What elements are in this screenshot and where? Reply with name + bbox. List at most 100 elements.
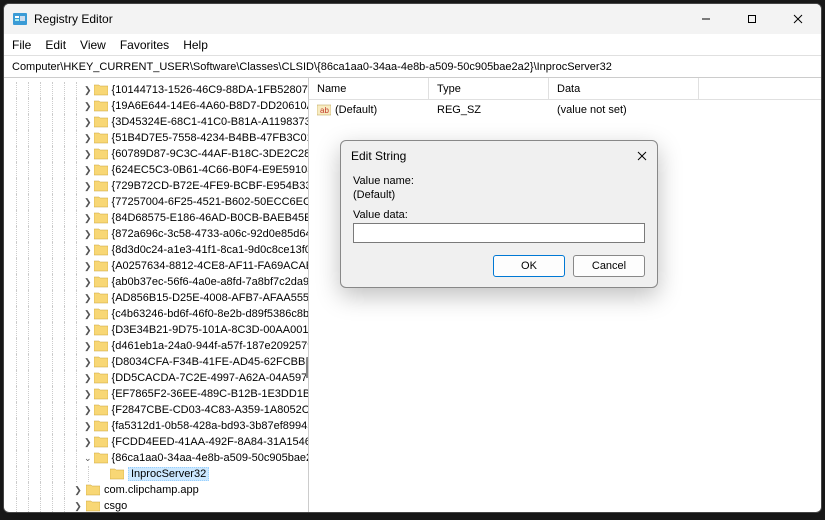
value-row[interactable]: ab (Default) REG_SZ (value not set) <box>309 100 821 118</box>
tree-item[interactable]: ❯{DD5CACDA-7C2E-4997-A62A-04A597B58F76} <box>4 370 308 386</box>
chevron-right-icon[interactable]: ❯ <box>84 276 92 288</box>
string-value-icon: ab <box>317 103 331 117</box>
chevron-right-icon[interactable]: ❯ <box>84 100 92 112</box>
address-text: Computer\HKEY_CURRENT_USER\Software\Clas… <box>12 61 612 73</box>
folder-icon <box>94 452 108 464</box>
menu-file[interactable]: File <box>12 38 31 52</box>
chevron-right-icon[interactable]: ❯ <box>84 372 92 384</box>
chevron-right-icon[interactable]: ❯ <box>84 324 92 336</box>
chevron-right-icon[interactable]: ❯ <box>84 196 92 208</box>
chevron-right-icon[interactable]: ❯ <box>72 500 84 512</box>
chevron-right-icon[interactable]: ❯ <box>84 436 92 448</box>
tree-item-label: csgo <box>104 500 127 512</box>
tree-item[interactable]: ❯ {77257004-6F25-4521-B602-50ECC6EC62A6} <box>4 194 308 210</box>
chevron-right-icon[interactable]: ❯ <box>84 308 92 320</box>
value-type: REG_SZ <box>429 104 549 116</box>
col-header-name[interactable]: Name <box>309 78 429 99</box>
folder-icon <box>94 196 108 208</box>
tree-item[interactable]: ❯ {c4b63246-bd6f-46f0-8e2b-d89f5386c8bb} <box>4 306 308 322</box>
dialog-titlebar[interactable]: Edit String <box>341 141 657 171</box>
col-header-type[interactable]: Type <box>429 78 549 99</box>
titlebar[interactable]: Registry Editor <box>4 4 821 34</box>
tree-item[interactable]: ❯ com.clipchamp.app <box>4 482 308 498</box>
tree-item-label: {77257004-6F25-4521-B602-50ECC6EC62A6} <box>112 196 309 208</box>
chevron-placeholder <box>96 468 108 480</box>
tree-item[interactable]: ❯{3D45324E-68C1-41C0-B81A-A119837320BD} <box>4 114 308 130</box>
tree-item-label: {8d3d0c24-a1e3-41f1-8ca1-9d0c8ce13f0a} <box>112 244 309 256</box>
chevron-right-icon[interactable]: ❯ <box>84 356 92 368</box>
chevron-right-icon[interactable]: ❯ <box>84 292 92 304</box>
cancel-button[interactable]: Cancel <box>573 255 645 277</box>
chevron-right-icon[interactable]: ❯ <box>84 148 92 160</box>
tree-item[interactable]: ❯{84D68575-E186-46AD-B0CB-BAEB45EE29C0} <box>4 210 308 226</box>
dialog-close-button[interactable] <box>633 147 651 165</box>
tree-item[interactable]: ❯ {EF7865F2-36EE-489C-B12B-1E3DD1B5D807} <box>4 386 308 402</box>
menu-view[interactable]: View <box>80 38 106 52</box>
chevron-right-icon[interactable]: ❯ <box>84 180 92 192</box>
value-data-input[interactable] <box>353 223 645 243</box>
tree-item[interactable]: ❯{729B72CD-B72E-4FE9-BCBF-E954B33FE699} <box>4 178 308 194</box>
folder-icon <box>94 116 108 128</box>
folder-icon <box>94 436 108 448</box>
tree-pane[interactable]: ❯{10144713-1526-46C9-88DA-1FB52807A9FF}❯… <box>4 78 309 512</box>
menu-help[interactable]: Help <box>183 38 208 52</box>
tree-item[interactable]: ❯{AD856B15-D25E-4008-AFB7-AFAA55586188} <box>4 290 308 306</box>
tree-item[interactable]: ❯ {624EC5C3-0B61-4C66-B0F4-E9E59103D9E2} <box>4 162 308 178</box>
tree-item-label: com.clipchamp.app <box>104 484 199 496</box>
regedit-icon <box>12 11 28 27</box>
chevron-right-icon[interactable]: ❯ <box>84 164 92 176</box>
tree-item-label: {EF7865F2-36EE-489C-B12B-1E3DD1B5D807} <box>112 388 309 400</box>
address-bar[interactable]: Computer\HKEY_CURRENT_USER\Software\Clas… <box>4 56 821 78</box>
chevron-right-icon[interactable]: ❯ <box>84 212 92 224</box>
tree-item[interactable]: ❯ {D3E34B21-9D75-101A-8C3D-00AA001A1652} <box>4 322 308 338</box>
chevron-right-icon[interactable]: ❯ <box>84 260 92 272</box>
tree-item-label: {D3E34B21-9D75-101A-8C3D-00AA001A1652} <box>112 324 309 336</box>
scroll-split-indicator[interactable] <box>306 358 308 378</box>
tree-item[interactable]: ❯{60789D87-9C3C-44AF-B18C-3DE2C2820ED3} <box>4 146 308 162</box>
chevron-right-icon[interactable]: ❯ <box>84 420 92 432</box>
maximize-button[interactable] <box>729 4 775 34</box>
menu-favorites[interactable]: Favorites <box>120 38 169 52</box>
tree-item[interactable]: InprocServer32 <box>4 466 308 482</box>
folder-icon <box>86 500 100 512</box>
chevron-right-icon[interactable]: ❯ <box>84 244 92 256</box>
menu-edit[interactable]: Edit <box>45 38 66 52</box>
tree-item[interactable]: ❯{10144713-1526-46C9-88DA-1FB52807A9FF} <box>4 82 308 98</box>
chevron-right-icon[interactable]: ❯ <box>84 340 92 352</box>
tree-item[interactable]: ❯{19A6E644-14E6-4A60-B8D7-DD20610A871D} <box>4 98 308 114</box>
chevron-right-icon[interactable]: ❯ <box>84 84 92 96</box>
chevron-right-icon[interactable]: ❯ <box>84 388 92 400</box>
folder-icon <box>94 388 108 400</box>
tree-item-label: {624EC5C3-0B61-4C66-B0F4-E9E59103D9E2} <box>112 164 309 176</box>
tree-item[interactable]: ❯ csgo <box>4 498 308 512</box>
tree-item[interactable]: ❯{d461eb1a-24a0-944f-a57f-187e20925793} <box>4 338 308 354</box>
tree-item[interactable]: ❯{A0257634-8812-4CE8-AF11-FA69ACAEAFAE} <box>4 258 308 274</box>
minimize-button[interactable] <box>683 4 729 34</box>
chevron-right-icon[interactable]: ❯ <box>84 116 92 128</box>
close-button[interactable] <box>775 4 821 34</box>
value-data: (value not set) <box>549 104 699 116</box>
tree-item[interactable]: ❯{fa5312d1-0b58-428a-bd93-3b87ef89945d} <box>4 418 308 434</box>
tree-item[interactable]: ❯{F2847CBE-CD03-4C83-A359-1A8052C1B9D5} <box>4 402 308 418</box>
tree-item-label: {c4b63246-bd6f-46f0-8e2b-d89f5386c8bb} <box>112 308 309 320</box>
chevron-right-icon[interactable]: ❯ <box>84 132 92 144</box>
chevron-down-icon[interactable]: ⌄ <box>84 452 92 464</box>
tree-item[interactable]: ❯{51B4D7E5-7558-4234-B4BB-47FB3C016A69} <box>4 130 308 146</box>
tree-item[interactable]: ❯{872a696c-3c58-4733-a06c-92d0e85d647d} <box>4 226 308 242</box>
chevron-right-icon[interactable]: ❯ <box>72 484 84 496</box>
folder-icon <box>94 244 108 256</box>
tree-item[interactable]: ❯{FCDD4EED-41AA-492F-8A84-31A1546226E0} <box>4 434 308 450</box>
folder-icon <box>86 484 100 496</box>
chevron-right-icon[interactable]: ❯ <box>84 228 92 240</box>
col-header-data[interactable]: Data <box>549 78 699 99</box>
tree-item[interactable]: ❯{D8034CFA-F34B-41FE-AD45-62FCBB52A6DA} <box>4 354 308 370</box>
tree-item-label: {ab0b37ec-56f6-4a0e-a8fd-7a8bf7c2da96} <box>112 276 309 288</box>
ok-button[interactable]: OK <box>493 255 565 277</box>
folder-icon <box>94 228 108 240</box>
tree-item[interactable]: ❯ {ab0b37ec-56f6-4a0e-a8fd-7a8bf7c2da96} <box>4 274 308 290</box>
value-name: (Default) <box>335 104 377 116</box>
chevron-right-icon[interactable]: ❯ <box>84 404 92 416</box>
folder-icon <box>94 100 108 112</box>
tree-item[interactable]: ❯ {8d3d0c24-a1e3-41f1-8ca1-9d0c8ce13f0a} <box>4 242 308 258</box>
tree-item[interactable]: ⌄{86ca1aa0-34aa-4e8b-a509-50c905bae2a2} <box>4 450 308 466</box>
